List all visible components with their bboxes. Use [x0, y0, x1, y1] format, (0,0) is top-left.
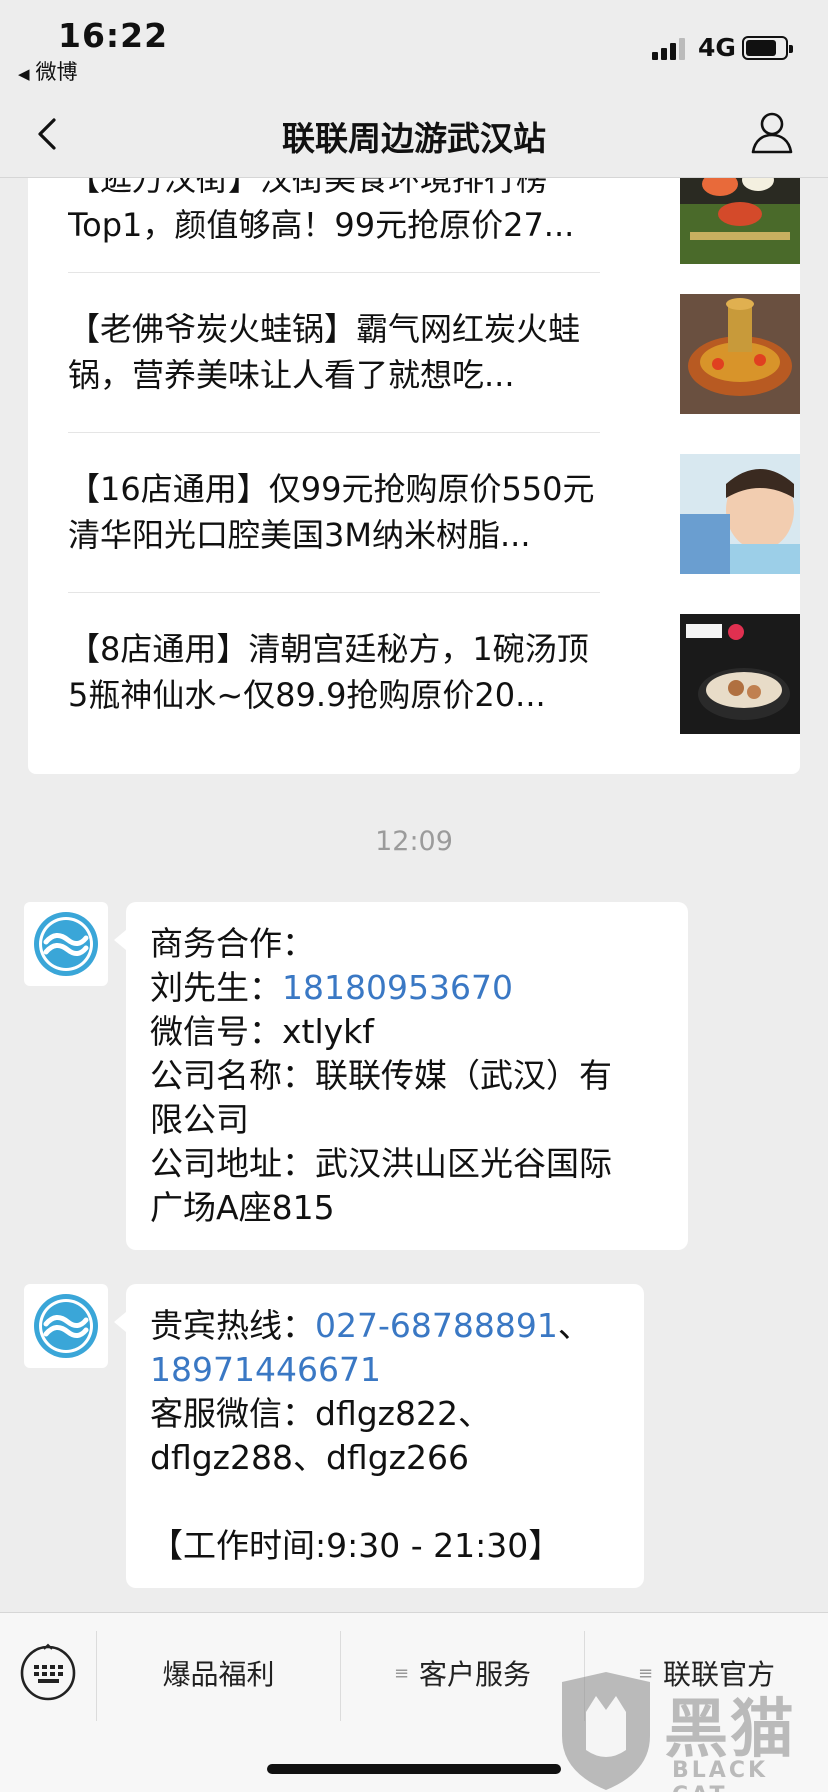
battery-icon [742, 36, 793, 60]
divider [68, 272, 600, 273]
article-title: 【16店通用】仅99元抢购原价550元清华阳光口腔美国3M纳米树脂... [68, 470, 595, 554]
submenu-icon: ≡ [393, 1662, 410, 1684]
message-line: 公司地址：武汉洪山区光谷国际 [150, 1144, 612, 1183]
article-item[interactable]: 【8店通用】清朝宫廷秘方，1碗汤顶5瓶神仙水~仅89.9抢购原价20... [68, 614, 800, 774]
phone-link[interactable]: 18971446671 [150, 1350, 381, 1389]
contact-label: 刘先生： [150, 968, 282, 1007]
article-thumbnail-soup [680, 614, 800, 734]
status-time: 16:22 [58, 16, 169, 55]
message-bubble: 商务合作： 刘先生：18180953670 微信号：xtlykf 公司名称：联联… [114, 902, 688, 1250]
message-line: 限公司 [150, 1100, 249, 1139]
article-thumbnail-hotpot [680, 294, 800, 414]
wechat-id: xtlykf [282, 1012, 374, 1051]
message-line: 公司名称：联联传媒（武汉）有 [150, 1056, 612, 1095]
message-line: dflgz288、dflgz266 [150, 1438, 469, 1477]
cat-shield-icon [562, 1672, 650, 1790]
menu-item-label: 爆品福利 [162, 1658, 275, 1691]
article-item[interactable]: 【逛万汉街】汉街美食环境排行榜Top1，颜值够高！99元抢原价27... [68, 144, 800, 316]
back-to-app-link[interactable]: ◀ 微博 [18, 56, 78, 86]
chat-timestamp: 12:09 [375, 826, 453, 857]
back-app-label: 微博 [35, 60, 78, 84]
article-item[interactable]: 【老佛爷炭火蛙锅】霸气网红炭火蛙锅，营养美味让人看了就想吃... [68, 294, 800, 466]
status-bar: 16:22 ◀ 微博 4G [0, 0, 828, 90]
message-line: 商务合作： [150, 924, 315, 963]
article-title: 【老佛爷炭火蛙锅】霸气网红炭火蛙锅，营养美味让人看了就想吃... [68, 310, 581, 394]
article-card: 【逛万汉街】汉街美食环境排行榜Top1，颜值够高！99元抢原价27... 【老佛… [28, 140, 800, 774]
official-account-avatar[interactable] [24, 902, 108, 986]
phone-link[interactable]: 027-68788891 [315, 1306, 558, 1345]
nav-bar: 联联周边游武汉站 [0, 90, 828, 178]
watermark-subtext: BLACK CAT [672, 1758, 769, 1792]
article-thumbnail-dental [680, 454, 800, 574]
wechat-label: 微信号： [150, 1012, 282, 1051]
message-line: 刘先生：18180953670 [150, 966, 664, 1010]
message-line: 贵宾热线：027-68788891、 [150, 1304, 620, 1348]
message-line: 广场A座815 [150, 1188, 335, 1227]
message-line: 客服微信：dflgz822、 [150, 1394, 491, 1433]
phone-link[interactable]: 18180953670 [282, 968, 513, 1007]
separator: 、 [557, 1306, 591, 1345]
menu-item-label: 客户服务 [419, 1658, 532, 1691]
message-line: 微信号：xtlykf [150, 1010, 664, 1054]
page-title: 联联周边游武汉站 [282, 119, 546, 158]
article-item[interactable]: 【16店通用】仅99元抢购原价550元清华阳光口腔美国3M纳米树脂... [68, 454, 800, 626]
signal-icon [652, 38, 688, 60]
network-type: 4G [698, 33, 736, 62]
message-line: 18971446671 [150, 1348, 620, 1392]
divider [68, 432, 600, 433]
black-cat-watermark: 黑猫 BLACK CAT [556, 1672, 826, 1792]
back-triangle-icon: ◀ [18, 65, 30, 83]
message-bubble: 贵宾热线：027-68788891、 18971446671 客服微信：dflg… [114, 1284, 644, 1588]
divider [68, 592, 600, 593]
hotline-label: 贵宾热线： [150, 1306, 315, 1345]
profile-icon[interactable] [748, 108, 796, 156]
keyboard-toggle-icon[interactable] [18, 1643, 78, 1703]
menu-item-customer-service[interactable]: ≡ 客户服务 [341, 1613, 584, 1733]
article-title: 【8店通用】清朝宫廷秘方，1碗汤顶5瓶神仙水~仅89.9抢购原价20... [68, 630, 589, 714]
official-account-avatar[interactable] [24, 1284, 108, 1368]
menu-item-hot-deals[interactable]: 爆品福利 [97, 1613, 340, 1733]
watermark-text: 黑猫 [664, 1693, 796, 1767]
home-indicator[interactable] [267, 1764, 561, 1774]
working-hours: 【工作时间:9:30 - 21:30】 [150, 1526, 562, 1565]
